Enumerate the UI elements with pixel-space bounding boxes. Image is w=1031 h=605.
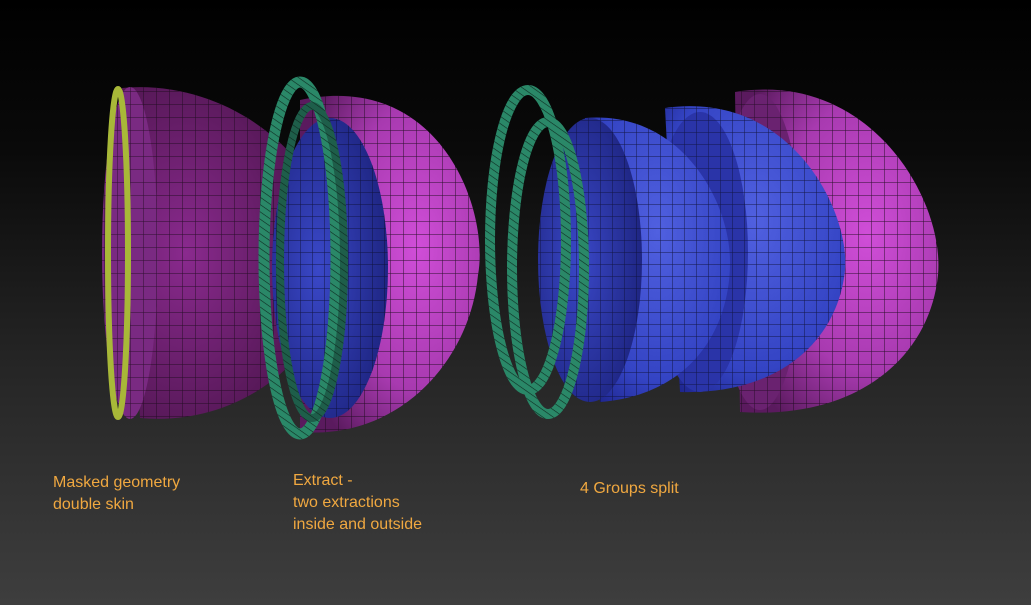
caption-masked-line1: Masked geometry <box>53 474 181 491</box>
groups-split-assembly <box>485 85 939 419</box>
caption-masked-line2: double skin <box>53 496 134 513</box>
caption-extract-line1: Extract - <box>293 472 353 489</box>
caption-extract-line2: two extractions <box>293 494 400 511</box>
caption-extract-line3: inside and outside <box>293 516 422 533</box>
caption-extract: Extract - two extractions inside and out… <box>293 470 422 536</box>
caption-masked-geometry: Masked geometry double skin <box>53 472 180 516</box>
extract-assembly <box>258 76 480 440</box>
caption-groups-split: 4 Groups split <box>580 478 679 500</box>
caption-groups-line1: 4 Groups split <box>580 480 679 497</box>
